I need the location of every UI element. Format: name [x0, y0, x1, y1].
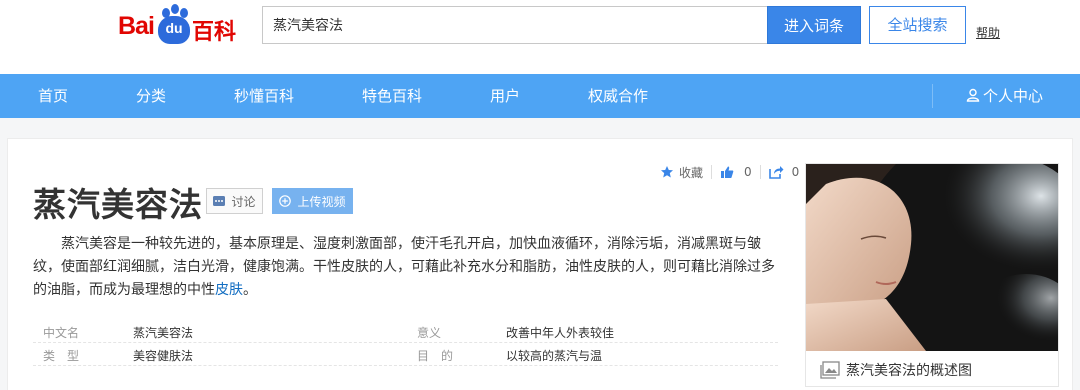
baidu-baike-logo[interactable]: Bai du 百科 — [118, 2, 248, 46]
logo-paw-2 — [171, 4, 179, 14]
discuss-button[interactable]: 讨论 — [206, 188, 263, 214]
logo-text-du: du — [158, 16, 190, 44]
nav-item-featured[interactable]: 特色百科 — [362, 74, 422, 118]
info-key: 意义 — [417, 326, 442, 340]
nav-item-home[interactable]: 首页 — [38, 74, 68, 118]
info-key: 类 型 — [43, 349, 80, 363]
info-row: 类 型 美容健肤法 目 的 以较高的蒸汽与温 — [33, 343, 778, 366]
info-row: 中文名 蒸汽美容法 意义 改善中年人外表较佳 — [33, 320, 778, 343]
share-icon — [768, 166, 784, 179]
info-value: 以较高的蒸汽与温 — [506, 349, 603, 363]
image-caption: 蒸汽美容法的概述图 — [820, 360, 972, 380]
top-header: Bai du 百科 进入词条 全站搜索 帮助 — [0, 0, 1080, 74]
nav-item-cooperation[interactable]: 权威合作 — [588, 74, 648, 118]
upload-video-button[interactable]: 上传视频 — [272, 188, 353, 214]
share-button[interactable]: 0 — [768, 165, 800, 179]
upload-video-label: 上传视频 — [297, 194, 346, 209]
steam-facial-photo — [806, 164, 1058, 351]
help-link[interactable]: 帮助 — [976, 24, 1000, 41]
user-center-link[interactable]: 个人中心 — [966, 74, 1043, 118]
summary-text: 蒸汽美容是一种较先进的，基本原理是、湿度刺激面部，使汗毛孔开启，加快血液循环，消… — [33, 236, 775, 298]
search-input[interactable] — [263, 7, 767, 43]
basic-info-table: 中文名 蒸汽美容法 意义 改善中年人外表较佳 类 型 美容健肤法 目 的 以较高… — [33, 320, 778, 366]
info-value: 蒸汽美容法 — [133, 326, 194, 340]
entry-actions: 收藏 0 0 — [660, 163, 799, 181]
user-center-label: 个人中心 — [983, 87, 1044, 105]
discuss-label: 讨论 — [231, 194, 256, 209]
star-icon — [661, 166, 673, 178]
add-circle-icon — [279, 195, 292, 207]
search-field-wrapper — [262, 6, 767, 44]
nav-item-video-baike[interactable]: 秒懂百科 — [234, 74, 294, 118]
nav-item-category[interactable]: 分类 — [136, 74, 166, 118]
summary-image-card[interactable]: 蒸汽美容法的概述图 — [805, 163, 1059, 387]
like-button[interactable]: 0 — [720, 165, 752, 179]
favorite-button[interactable]: 收藏 — [660, 164, 703, 181]
entry-summary: 蒸汽美容是一种较先进的，基本原理是、湿度刺激面部，使汗毛孔开启，加快血液循环，消… — [33, 233, 783, 302]
nav-divider — [932, 84, 933, 108]
summary-link-skin[interactable]: 皮肤 — [215, 282, 243, 298]
main-nav: 首页 分类 秒懂百科 特色百科 用户 权威合作 个人中心 — [0, 74, 1080, 118]
enter-entry-button[interactable]: 进入词条 — [767, 6, 861, 44]
image-caption-text: 蒸汽美容法的概述图 — [846, 363, 972, 379]
image-icon — [820, 361, 840, 379]
logo-text-bai: Bai — [118, 12, 155, 40]
info-key: 目 的 — [417, 349, 454, 363]
info-value: 改善中年人外表较佳 — [506, 326, 615, 340]
thumbs-up-icon — [721, 166, 734, 178]
like-count: 0 — [744, 165, 752, 179]
chat-icon — [213, 196, 226, 206]
site-search-button[interactable]: 全站搜索 — [869, 6, 966, 44]
entry-title: 蒸汽美容法 — [33, 185, 203, 224]
user-icon — [966, 88, 980, 102]
info-key: 中文名 — [43, 326, 80, 340]
action-divider — [711, 165, 713, 179]
nav-item-users[interactable]: 用户 — [490, 74, 520, 118]
info-value: 美容健肤法 — [133, 349, 194, 363]
action-divider — [759, 165, 761, 179]
favorite-label: 收藏 — [679, 165, 704, 180]
logo-text-baike: 百科 — [192, 20, 237, 45]
share-count: 0 — [791, 165, 800, 179]
summary-end: 。 — [243, 282, 257, 298]
